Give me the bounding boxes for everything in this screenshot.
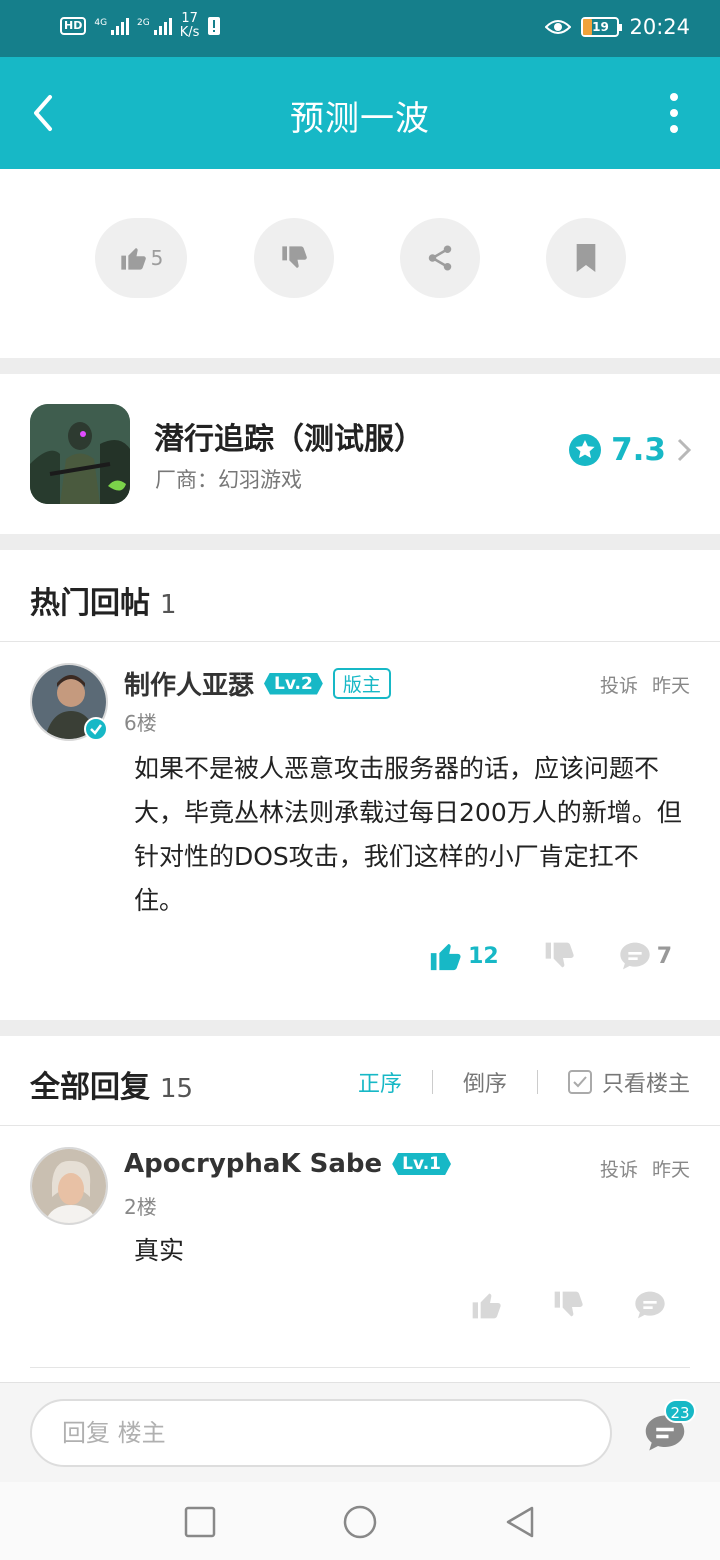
- bookmark-icon: [576, 244, 596, 272]
- hd-indicator: HD: [60, 17, 87, 35]
- report-link[interactable]: 投诉: [600, 671, 638, 698]
- report-link[interactable]: 投诉: [600, 1155, 638, 1182]
- level-badge: Lv.2: [264, 672, 323, 695]
- hot-reply-item: 制作人亚瑟 Lv.2 版主 投诉 昨天 6楼 如果不是被人恶意攻击服务器的话，应…: [0, 643, 720, 1020]
- post-time: 昨天: [651, 675, 690, 697]
- triangle-back-icon: [506, 1506, 534, 1538]
- hot-replies-title: 热门回帖: [30, 586, 150, 621]
- reply-content: 真实: [134, 1236, 185, 1265]
- more-button[interactable]: [668, 93, 680, 133]
- reply-dislike-button[interactable]: [552, 1289, 584, 1321]
- moderator-badge: 版主: [332, 668, 391, 699]
- owner-only-toggle[interactable]: 只看楼主: [567, 1066, 690, 1098]
- sort-controls: 正序 倒序 只看楼主: [358, 1066, 690, 1098]
- thumb-down-icon: [545, 942, 574, 968]
- game-title: 潜行追踪（测试服）: [154, 422, 424, 457]
- comment-icon: [635, 1291, 665, 1319]
- game-rating: 7.3: [569, 432, 692, 468]
- alert-icon: [208, 17, 221, 35]
- signal-type-label: 4G: [94, 17, 108, 28]
- reply-like-button[interactable]: 12: [428, 939, 499, 973]
- bookmark-button[interactable]: [546, 218, 626, 298]
- more-icon: [670, 93, 678, 101]
- avatar[interactable]: [30, 1147, 108, 1225]
- game-developer: 厂商：幻羽游戏: [155, 468, 302, 492]
- top-app-bar: 预测一波: [0, 57, 720, 169]
- share-button[interactable]: [400, 218, 480, 298]
- level-badge: Lv.1: [392, 1153, 451, 1175]
- post-time: 昨天: [651, 1159, 690, 1181]
- rating-value: 7.3: [611, 432, 666, 468]
- reply-like-button[interactable]: [470, 1289, 502, 1321]
- status-bar: HD 4G 2G 17 K/s 19 20:24: [0, 0, 720, 57]
- system-nav-bar: [0, 1482, 720, 1560]
- circle-icon: [343, 1505, 377, 1539]
- dislike-button[interactable]: [254, 218, 334, 298]
- verified-icon: [84, 717, 108, 741]
- sort-descending-tab[interactable]: 倒序: [463, 1066, 507, 1098]
- thumb-down-icon: [282, 246, 307, 268]
- signal-icon-2: 2G: [137, 17, 172, 35]
- section-divider: [0, 1020, 720, 1036]
- battery-level: 19: [592, 20, 609, 34]
- username[interactable]: 制作人亚瑟: [124, 665, 254, 702]
- star-icon: [569, 434, 602, 466]
- thumb-up-icon: [120, 248, 146, 270]
- like-count: 5: [150, 246, 164, 270]
- checkbox-icon: [567, 1070, 592, 1094]
- reply-like-count: 12: [468, 943, 499, 969]
- signal-type-label-2: 2G: [137, 17, 150, 28]
- speed-value: 17: [181, 11, 198, 26]
- owner-only-label: 只看楼主: [601, 1072, 690, 1097]
- username[interactable]: ApocryphaK Sabe: [124, 1149, 382, 1179]
- recents-button[interactable]: [182, 1504, 218, 1540]
- hot-replies-header: 热门回帖 1: [0, 550, 720, 642]
- floor-number: 2楼: [124, 1195, 157, 1219]
- reply-input[interactable]: 回复 楼主: [30, 1399, 612, 1467]
- hot-replies-count: 1: [160, 590, 177, 620]
- game-icon-image: [30, 404, 130, 504]
- thumb-up-icon: [430, 943, 461, 971]
- thumb-down-icon: [554, 1291, 583, 1317]
- chevron-right-icon: [677, 438, 692, 462]
- reply-dislike-button[interactable]: [543, 940, 575, 972]
- eye-icon: [545, 20, 572, 34]
- reply-content: 如果不是被人恶意攻击服务器的话，应该问题不大，毕竟丛林法则承载过每日200万人的…: [134, 754, 682, 915]
- all-replies-count: 15: [160, 1074, 194, 1104]
- battery-icon: 19: [581, 17, 623, 37]
- comment-count-badge: 23: [664, 1399, 696, 1423]
- home-button[interactable]: [342, 1504, 378, 1540]
- all-replies-title: 全部回复: [30, 1070, 150, 1105]
- reply-item: ApocryphaK Sabe Lv.1 投诉 昨天 2楼 真实: [0, 1127, 720, 1382]
- post-actions: 5: [0, 169, 720, 358]
- sort-ascending-tab[interactable]: 正序: [358, 1066, 402, 1098]
- page-title: 预测一波: [290, 99, 430, 139]
- reply-comment-count: 7: [656, 943, 672, 969]
- comment-icon: [620, 942, 650, 970]
- like-button[interactable]: 5: [95, 218, 187, 298]
- section-divider: [0, 534, 720, 550]
- nav-back-button[interactable]: [502, 1504, 538, 1540]
- all-replies-header: 全部回复 15 正序 倒序 只看楼主: [0, 1036, 720, 1126]
- reply-bar: 回复 楼主 23: [0, 1382, 720, 1482]
- signal-icon: 4G: [94, 17, 130, 35]
- network-speed: 17 K/s: [180, 12, 200, 40]
- clock: 20:24: [629, 15, 690, 39]
- game-card[interactable]: 潜行追踪（测试服） 厂商：幻羽游戏 7.3: [0, 374, 720, 534]
- share-icon: [428, 245, 452, 271]
- floor-number: 6楼: [124, 711, 157, 735]
- speed-unit: K/s: [179, 25, 200, 40]
- reply-comment-button[interactable]: [634, 1290, 666, 1320]
- thumb-up-icon: [472, 1293, 501, 1319]
- square-icon: [184, 1506, 216, 1538]
- reply-comment-button[interactable]: 7: [619, 941, 672, 971]
- item-divider: [30, 1367, 690, 1368]
- section-divider: [0, 358, 720, 374]
